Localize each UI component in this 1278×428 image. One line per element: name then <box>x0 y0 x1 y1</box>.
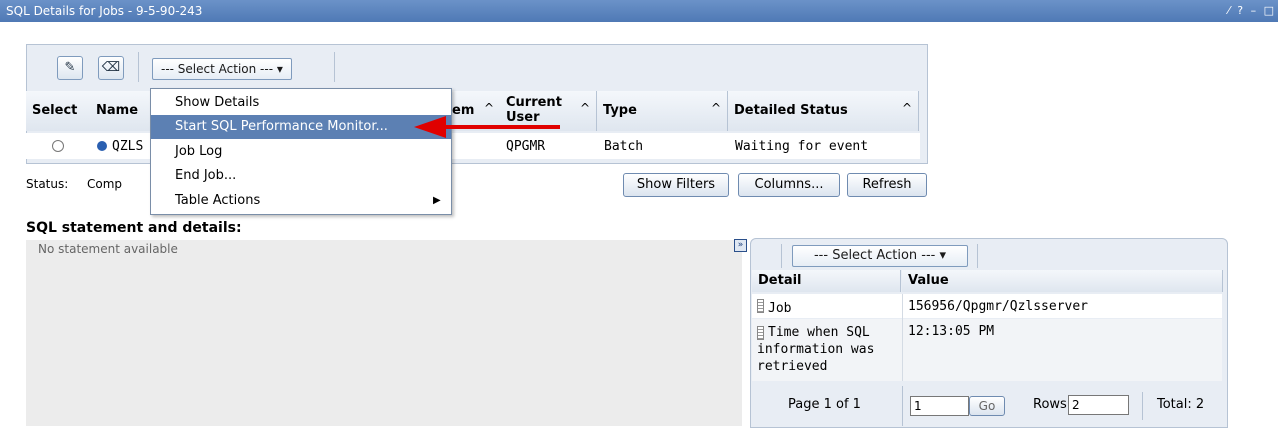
sort-icon[interactable]: ^ <box>711 101 721 115</box>
window-controls[interactable]: ⁄ ? – □ <box>1228 0 1276 22</box>
row-grip-icon <box>757 326 764 340</box>
expand-icon[interactable]: » <box>734 239 747 252</box>
menu-item-show-details[interactable]: Show Details <box>151 91 451 115</box>
sort-icon[interactable]: ^ <box>902 101 912 115</box>
rows-input[interactable]: 2 <box>1068 395 1129 415</box>
total-count: Total: 2 <box>1157 397 1205 412</box>
status-label: Status: <box>26 177 69 191</box>
value-col-header[interactable]: Value <box>902 270 1223 292</box>
sort-icon[interactable]: ^ <box>580 101 590 115</box>
pager-divider <box>902 386 903 426</box>
window-title-bar: SQL Details for Jobs - 9-5-90-243 ⁄ ? – … <box>0 0 1278 22</box>
menu-item-start-sql-monitor[interactable]: Start SQL Performance Monitor... <box>151 115 451 139</box>
row-user: QPGMR <box>506 139 546 154</box>
col-type[interactable]: Type ^ <box>597 91 728 131</box>
job-icon <box>97 141 107 151</box>
row-radio[interactable] <box>52 140 64 152</box>
show-filters-button[interactable]: Show Filters <box>623 173 729 197</box>
sql-section-heading: SQL statement and details: <box>26 220 242 236</box>
sort-icon[interactable]: ^ <box>484 101 494 115</box>
toolbar-separator <box>781 244 782 268</box>
menu-item-job-log[interactable]: Job Log <box>151 140 451 164</box>
select-action-menu: Show Details Start SQL Performance Monit… <box>150 88 452 215</box>
col-name[interactable]: Name <box>90 91 151 131</box>
col-detailed-status[interactable]: Detailed Status ^ <box>728 91 919 131</box>
menu-item-table-actions[interactable]: Table Actions ▶ <box>151 189 451 213</box>
detail-job-label: Job <box>757 299 791 316</box>
pager-divider <box>1142 392 1143 420</box>
detail-col-header[interactable]: Detail <box>752 270 901 292</box>
details-select-action-dropdown[interactable]: --- Select Action --- ▾ <box>792 245 968 267</box>
page-indicator: Page 1 of 1 <box>788 397 861 412</box>
rows-label: Rows <box>1033 397 1067 412</box>
erase-icon[interactable]: ⌫ <box>98 56 124 80</box>
detail-time-label: Time when SQL information was retrieved <box>757 325 875 374</box>
menu-item-end-job[interactable]: End Job... <box>151 164 451 188</box>
edit-icon[interactable]: ✎ <box>57 56 83 80</box>
red-arrow-annotation <box>414 116 560 138</box>
row-name[interactable]: QZLS <box>112 139 143 154</box>
details-divider <box>902 294 903 381</box>
sql-statement-area <box>26 240 742 426</box>
columns-button[interactable]: Columns... <box>738 173 840 197</box>
submenu-arrow-icon: ▶ <box>433 195 441 206</box>
window-title: SQL Details for Jobs - 9-5-90-243 <box>6 4 203 18</box>
detail-time-value: 12:13:05 PM <box>908 324 995 339</box>
page-number-input[interactable]: 1 <box>910 396 969 416</box>
row-status: Waiting for event <box>735 139 869 154</box>
col-select[interactable]: Select <box>26 91 91 131</box>
toolbar-separator <box>977 244 978 268</box>
select-action-dropdown[interactable]: --- Select Action --- ▾ <box>152 58 292 80</box>
detail-job-value: 156956/Qpgmr/Qzlsserver <box>908 299 1089 314</box>
row-grip-icon <box>757 299 764 313</box>
refresh-button[interactable]: Refresh <box>847 173 927 197</box>
sql-empty-text: No statement available <box>38 242 178 256</box>
go-button[interactable]: Go <box>969 396 1005 416</box>
status-value: Comp <box>87 177 123 191</box>
row-type: Batch <box>604 139 644 154</box>
toolbar-separator <box>334 52 335 82</box>
toolbar-separator <box>138 52 139 82</box>
